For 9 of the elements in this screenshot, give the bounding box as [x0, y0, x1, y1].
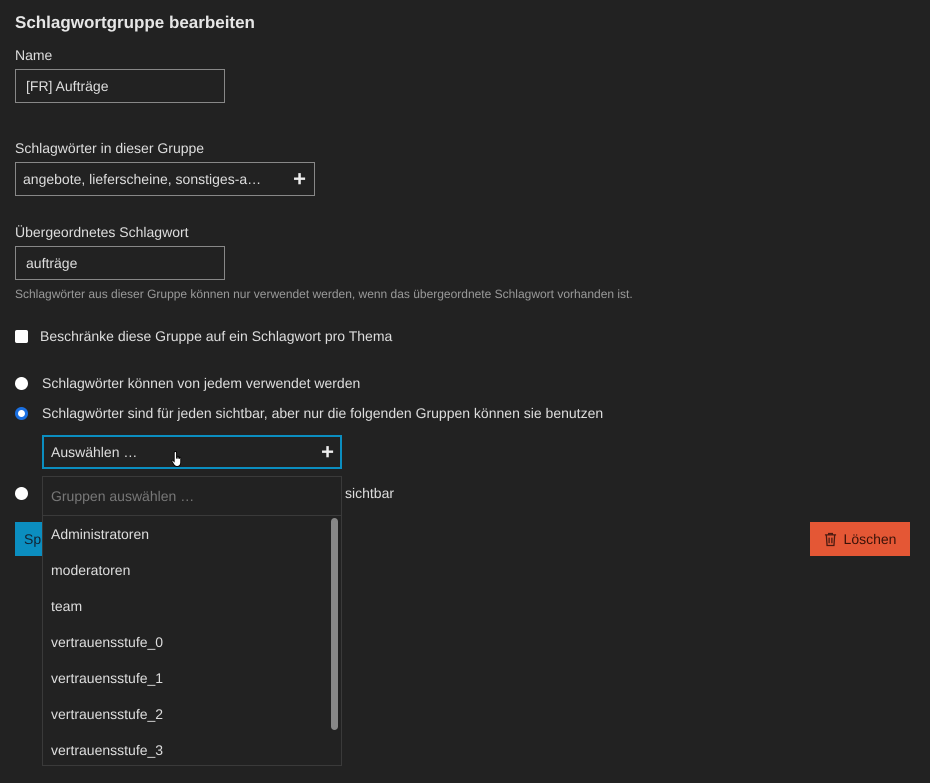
help-text: Schlagwörter aus dieser Gruppe können nur verwendet werden, wenn das übergeordnete Schlagwort vorhanden ist.: [15, 287, 634, 301]
checkbox-label: Beschränke diese Gruppe auf ein Schlagwort pro Thema: [40, 328, 392, 344]
radio-label: Schlagwörter sind für jeden sichtbar, aber nur die folgenden Gruppen können sie benutzen: [42, 405, 604, 421]
field-label: Schlagwörter in dieser Gruppe: [15, 140, 206, 158]
field-label: Übergeordnetes Schlagwort: [15, 224, 190, 242]
radio-label: Schlagwörter können von jedem verwendet werden: [42, 375, 360, 391]
field-label: Name: [15, 47, 54, 65]
page-title: Schlagwortgruppe bearbeiten: [15, 13, 256, 34]
radio-label: sichtbar: [345, 485, 394, 501]
